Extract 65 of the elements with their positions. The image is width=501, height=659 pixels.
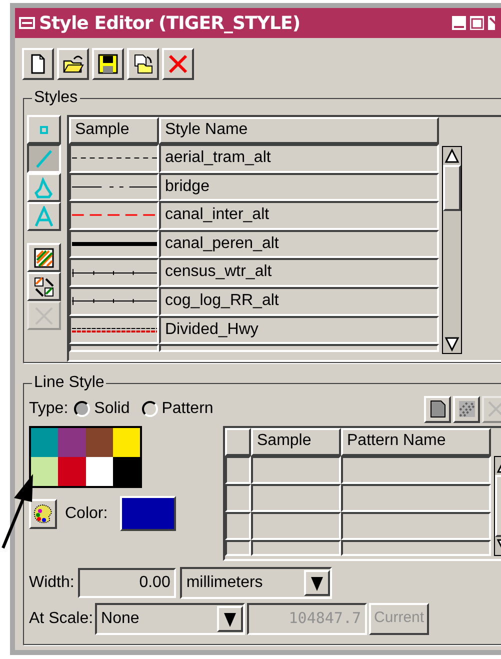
edit-pattern-icon — [458, 400, 476, 418]
maximize-icon[interactable] — [469, 15, 485, 31]
new-document-icon — [428, 400, 446, 418]
width-field[interactable]: 0.00 — [78, 568, 176, 598]
pattern-icon — [33, 246, 55, 268]
radio-icon[interactable] — [74, 401, 90, 417]
table-cell: aerial_tram_alt — [159, 144, 439, 173]
column-header[interactable]: Sample — [69, 117, 159, 144]
table-cell: Divided_Hwy — [159, 316, 439, 344]
color-swatch[interactable] — [112, 428, 140, 457]
color-swatch[interactable] — [86, 428, 113, 457]
table-cell: cog_log_RR_alt — [159, 286, 439, 316]
scale-label: At Scale: — [29, 608, 94, 628]
window-title: Style Editor (TIGER_STYLE) — [39, 12, 300, 36]
radio-icon[interactable] — [142, 401, 158, 417]
table-cell: canal_peren_alt — [159, 230, 439, 258]
type-label: Type: — [29, 399, 68, 419]
column-header — [225, 428, 251, 456]
color-swatch[interactable] — [112, 457, 140, 486]
text-icon — [33, 206, 55, 228]
table-cell: canal_inter_alt — [159, 201, 439, 230]
close-icon — [33, 304, 55, 326]
copy-folder-icon — [132, 53, 154, 75]
line-icon — [33, 148, 55, 170]
window-menu-icon[interactable] — [19, 17, 35, 29]
toolbar-button[interactable] — [57, 48, 89, 80]
color-label: Color: — [65, 504, 108, 524]
pattern-tool-button[interactable] — [453, 396, 480, 422]
minimize-icon[interactable] — [451, 15, 467, 31]
radio-button[interactable]: Solid — [74, 397, 130, 421]
toolbar-button[interactable] — [92, 48, 124, 80]
close-icon — [486, 400, 501, 418]
scale-value-field: 104847.7 — [247, 602, 368, 634]
color-swatch[interactable] — [58, 428, 86, 457]
toolbar-button[interactable] — [162, 48, 194, 80]
pattern-tool-button[interactable] — [424, 396, 451, 422]
palette-icon — [32, 502, 54, 524]
color-swatch[interactable] — [58, 457, 86, 486]
width-label: Width: — [29, 573, 74, 593]
toolbar-button[interactable] — [22, 48, 54, 80]
group-label: Line Style — [32, 373, 106, 393]
table-cell: census_wtr_alt — [159, 258, 439, 287]
toolbar-button[interactable] — [127, 48, 159, 80]
scale-dropdown[interactable]: None — [95, 602, 246, 634]
column-header[interactable]: Pattern Name — [341, 428, 491, 456]
radio-button[interactable]: Pattern — [142, 397, 214, 421]
group-label: Styles — [32, 88, 80, 108]
column-header[interactable]: Style Name — [159, 117, 439, 144]
column-header[interactable]: Sample — [251, 428, 341, 456]
polygon-icon — [33, 176, 55, 198]
open-folder-icon — [62, 53, 84, 75]
scrollbar[interactable] — [442, 146, 462, 354]
close-icon[interactable] — [487, 15, 495, 31]
close-icon — [167, 53, 189, 75]
color-button[interactable] — [120, 496, 176, 531]
patterns-icon — [33, 276, 55, 298]
table-cell: bridge — [159, 172, 439, 202]
scroll-down-icon[interactable] — [443, 335, 461, 353]
tool-button[interactable] — [27, 144, 61, 173]
color-swatch[interactable] — [31, 457, 58, 486]
palette-button[interactable] — [29, 498, 57, 528]
scroll-thumb[interactable] — [443, 165, 461, 211]
unit-dropdown[interactable]: millimeters — [180, 567, 332, 599]
color-swatch[interactable] — [86, 457, 113, 486]
color-swatch[interactable] — [31, 428, 58, 457]
